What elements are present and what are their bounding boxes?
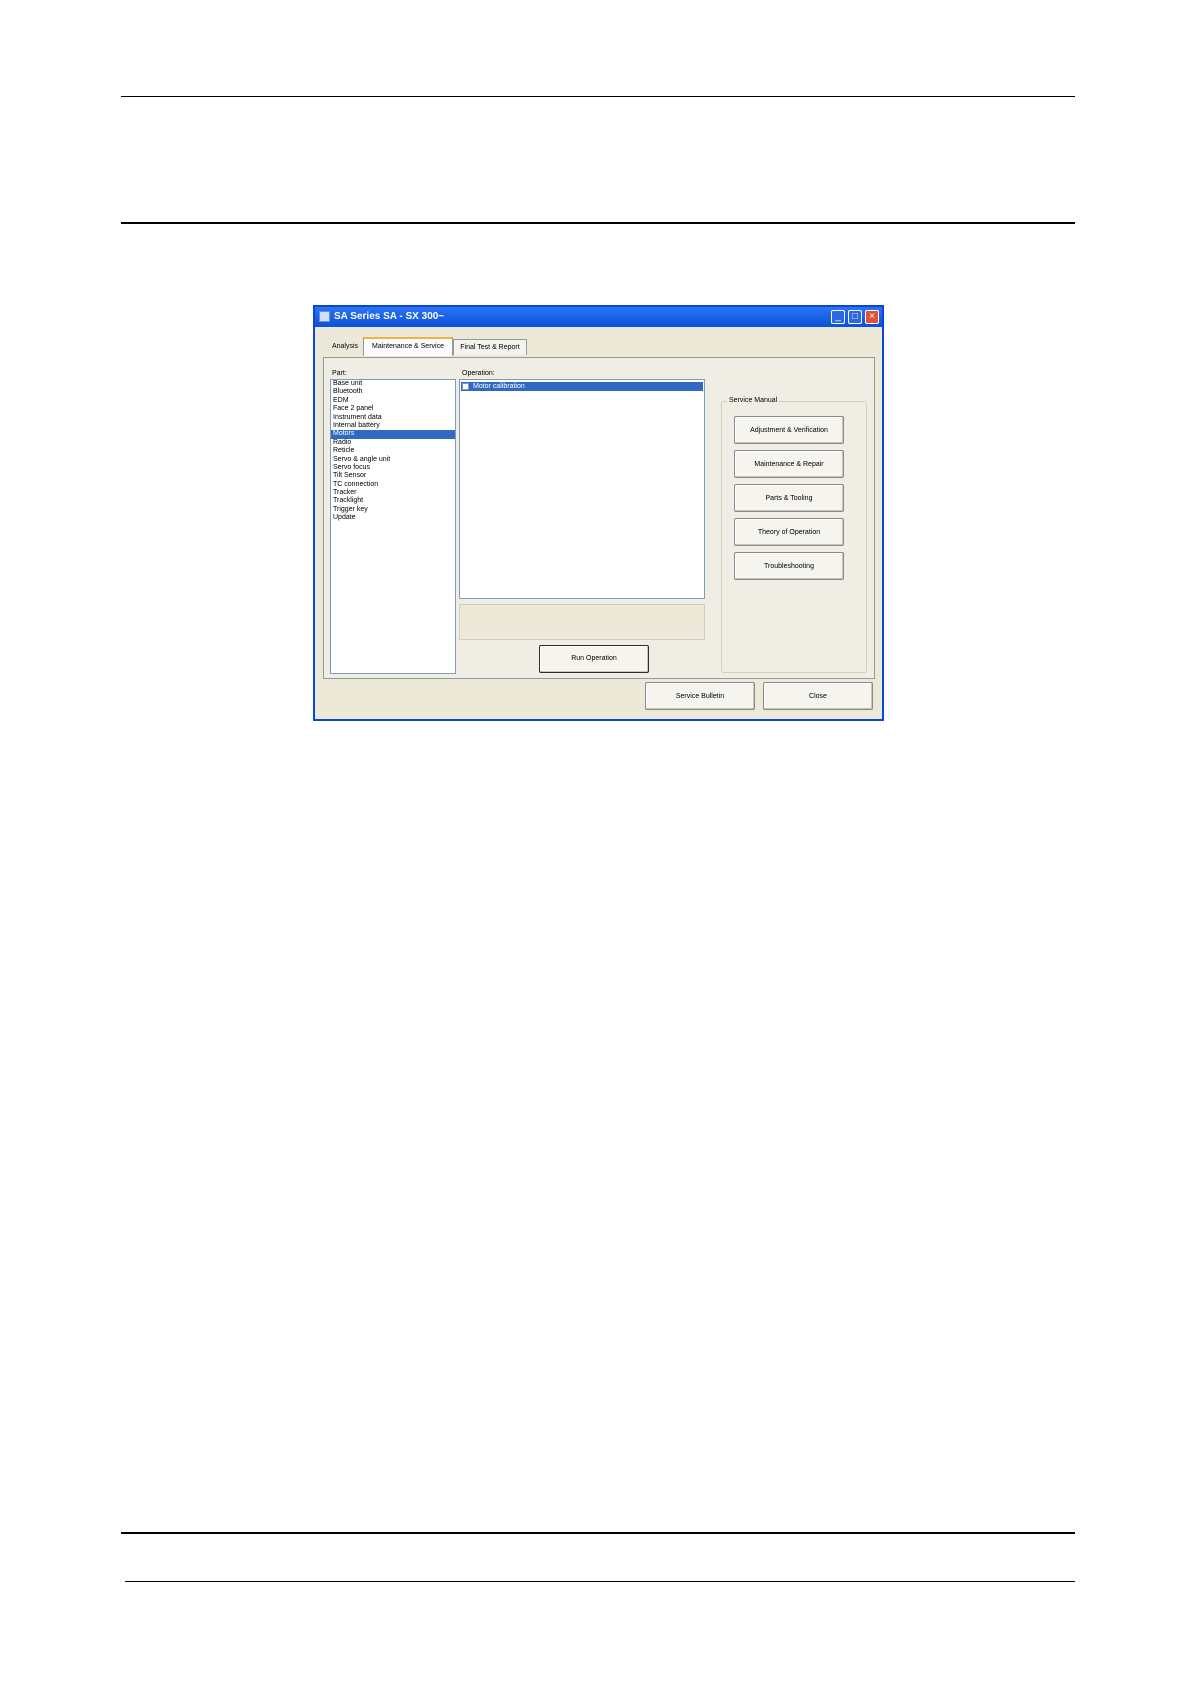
window-title: SA Series SA - SX 300~	[334, 311, 445, 322]
parts-list-item[interactable]: Servo & angle unit	[331, 456, 455, 464]
tab-final-test-report[interactable]: Final Test & Report	[453, 339, 527, 355]
footer-rule-top	[121, 1532, 1075, 1534]
parts-list-item[interactable]: Servo focus	[331, 464, 455, 472]
operation-description-box	[459, 604, 705, 640]
part-label: Part:	[332, 370, 347, 377]
app-icon	[319, 311, 330, 322]
parts-list-item[interactable]: Instrument data	[331, 414, 455, 422]
parts-list-item[interactable]: Tracklight	[331, 497, 455, 505]
header-rule-bottom	[121, 222, 1075, 224]
close-button[interactable]: Close	[763, 682, 873, 710]
close-icon[interactable]: ×	[865, 310, 879, 324]
parts-list-item[interactable]: Motors	[331, 430, 455, 439]
operation-item-label: Motor calibration	[473, 383, 525, 390]
operations-list[interactable]: Motor calibration	[459, 379, 705, 599]
tab-maintenance-service[interactable]: Maintenance & Service	[363, 337, 453, 356]
minimize-icon[interactable]: _	[831, 310, 845, 324]
service-bulletin-button[interactable]: Service Bulletin	[645, 682, 755, 710]
operation-item[interactable]: Motor calibration	[461, 382, 703, 391]
parts-list-item[interactable]: Trigger key	[331, 506, 455, 514]
parts-list[interactable]: Base unit Bluetooth EDM Face 2 panel Instrum…	[330, 379, 456, 674]
troubleshooting-button[interactable]: Troubleshooting	[734, 552, 844, 580]
operation-label: Operation:	[462, 370, 495, 377]
service-manual-label: Service Manual	[727, 397, 780, 404]
parts-list-item[interactable]: Update	[331, 514, 455, 522]
maximize-icon[interactable]: □	[848, 310, 862, 324]
checkbox[interactable]	[462, 383, 469, 390]
parts-list-item[interactable]: Internal battery	[331, 422, 455, 430]
header-rule-top	[121, 96, 1075, 97]
service-manual-group: Service Manual Adjustment & Verification…	[721, 397, 867, 673]
parts-list-item[interactable]: Tracker	[331, 489, 455, 497]
parts-list-item[interactable]: TC connection	[331, 481, 455, 489]
tab-panel: Part: Base unit Bluetooth EDM Face 2 panel I…	[323, 357, 875, 679]
parts-list-item[interactable]: Face 2 panel	[331, 405, 455, 413]
theory-of-operation-button[interactable]: Theory of Operation	[734, 518, 844, 546]
maintenance-repair-button[interactable]: Maintenance & Repair	[734, 450, 844, 478]
parts-list-item[interactable]: Bluetooth	[331, 388, 455, 396]
parts-list-item[interactable]: Tilt Sensor	[331, 472, 455, 480]
parts-tooling-button[interactable]: Parts & Tooling	[734, 484, 844, 512]
adjustment-verification-button[interactable]: Adjustment & Verification	[734, 416, 844, 444]
title-bar[interactable]: SA Series SA - SX 300~ _ □ ×	[315, 307, 882, 327]
footer-rule-bottom	[125, 1581, 1075, 1582]
service-window: SA Series SA - SX 300~ _ □ × Analysis Ma…	[313, 305, 884, 721]
run-operation-button[interactable]: Run Operation	[539, 645, 649, 673]
parts-list-item[interactable]: Reticle	[331, 447, 455, 455]
tab-analysis[interactable]: Analysis	[327, 339, 363, 355]
parts-list-item[interactable]: Radio	[331, 439, 455, 447]
parts-list-item[interactable]: EDM	[331, 397, 455, 405]
parts-list-item[interactable]: Base unit	[331, 380, 455, 388]
